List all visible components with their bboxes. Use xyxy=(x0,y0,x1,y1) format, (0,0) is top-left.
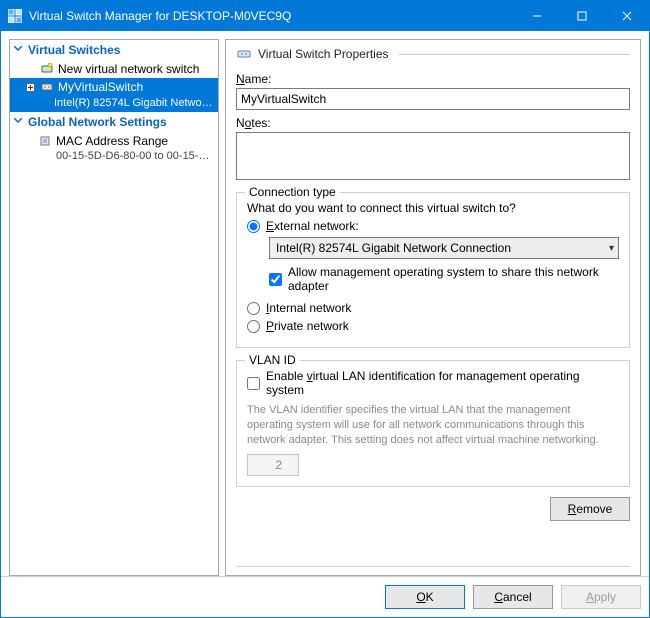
expand-icon xyxy=(26,83,36,92)
group-virtual-switches[interactable]: Virtual Switches xyxy=(10,40,218,60)
spacer xyxy=(236,521,630,560)
vlan-id-input xyxy=(247,454,299,476)
chevron-down-icon: ▾ xyxy=(609,243,614,254)
group-label: Virtual Switches xyxy=(28,43,120,57)
allow-mgmt-checkbox[interactable] xyxy=(269,273,282,286)
notes-label: Notes: xyxy=(236,116,630,130)
vlan-enable-row[interactable]: Enable virtual LAN identification for ma… xyxy=(247,369,619,397)
connection-question: What do you want to connect this virtual… xyxy=(247,201,619,215)
radio-external-row[interactable]: External network: xyxy=(247,219,619,233)
connection-type-group: Connection type What do you want to conn… xyxy=(236,192,630,348)
titlebar: Virtual Switch Manager for DESKTOP-M0VEC… xyxy=(1,1,649,31)
divider xyxy=(399,54,631,55)
cancel-button[interactable]: Cancel xyxy=(473,585,553,609)
remove-row: Remove xyxy=(236,497,630,521)
tree-item-label: MyVirtualSwitch xyxy=(58,80,143,94)
radio-external[interactable] xyxy=(247,220,260,233)
allow-mgmt-label: Allow management operating system to sha… xyxy=(288,265,619,293)
name-label: Name: xyxy=(236,72,630,86)
notes-input[interactable] xyxy=(236,132,630,180)
maximize-button[interactable] xyxy=(559,1,604,31)
vlan-help-text: The VLAN identifier specifies the virtua… xyxy=(247,403,619,448)
window-body: Virtual Switches New virtual network swi… xyxy=(1,31,649,617)
switch-icon xyxy=(40,80,54,94)
close-button[interactable] xyxy=(604,1,649,31)
collapse-icon xyxy=(14,46,24,54)
vlan-enable-checkbox[interactable] xyxy=(247,377,260,390)
remove-button[interactable]: Remove xyxy=(550,497,630,521)
name-input[interactable] xyxy=(236,88,630,110)
section-header: Virtual Switch Properties xyxy=(236,46,630,62)
external-options: Intel(R) 82574L Gigabit Network Connecti… xyxy=(269,237,619,293)
tree-item-label: New virtual network switch xyxy=(58,62,199,76)
radio-internal-label: Internal network xyxy=(266,301,351,315)
radio-internal[interactable] xyxy=(247,302,260,315)
apply-button: Apply xyxy=(561,585,641,609)
radio-private-label: Private network xyxy=(266,319,349,333)
adapter-select[interactable]: Intel(R) 82574L Gigabit Network Connecti… xyxy=(269,237,619,259)
radio-external-label: External network: xyxy=(266,219,359,233)
window-root: Virtual Switch Manager for DESKTOP-M0VEC… xyxy=(0,0,650,618)
radio-internal-row[interactable]: Internal network xyxy=(247,301,619,315)
window-title: Virtual Switch Manager for DESKTOP-M0VEC… xyxy=(29,9,514,23)
section-title-text: Virtual Switch Properties xyxy=(258,47,389,61)
group-legend: VLAN ID xyxy=(245,353,300,367)
tree-item-mac-range[interactable]: MAC Address Range xyxy=(10,132,218,150)
allow-mgmt-row[interactable]: Allow management operating system to sha… xyxy=(269,265,619,293)
tree-item-myvirtualswitch[interactable]: MyVirtualSwitch xyxy=(10,78,218,96)
dialog-buttons: OK Cancel Apply xyxy=(1,576,649,617)
tree-item-subline: Intel(R) 82574L Gigabit Network C... xyxy=(10,96,218,112)
collapse-icon xyxy=(14,118,24,126)
tree: Virtual Switches New virtual network swi… xyxy=(10,40,218,165)
radio-private-row[interactable]: Private network xyxy=(247,319,619,333)
mac-icon xyxy=(38,134,52,148)
content-panes: Virtual Switches New virtual network swi… xyxy=(1,31,649,576)
tree-item-label: MAC Address Range xyxy=(56,134,168,148)
ok-button[interactable]: OK xyxy=(385,585,465,609)
vlan-enable-label: Enable virtual LAN identification for ma… xyxy=(266,369,619,397)
vlan-group: VLAN ID Enable virtual LAN identificatio… xyxy=(236,360,630,487)
group-legend: Connection type xyxy=(245,185,340,199)
new-switch-icon xyxy=(40,62,54,76)
switch-icon xyxy=(236,46,252,62)
adapter-select-value: Intel(R) 82574L Gigabit Network Connecti… xyxy=(276,241,511,255)
group-global-settings[interactable]: Global Network Settings xyxy=(10,112,218,132)
divider xyxy=(236,566,630,567)
tree-item-new-switch[interactable]: New virtual network switch xyxy=(10,60,218,78)
sidebar: Virtual Switches New virtual network swi… xyxy=(9,39,219,576)
minimize-button[interactable] xyxy=(514,1,559,31)
group-label: Global Network Settings xyxy=(28,115,167,129)
properties-pane: Virtual Switch Properties Name: Notes: C… xyxy=(225,39,641,576)
app-icon xyxy=(7,8,23,24)
tree-item-subline: 00-15-5D-D6-80-00 to 00-15-5D-D... xyxy=(10,150,218,165)
radio-private[interactable] xyxy=(247,320,260,333)
